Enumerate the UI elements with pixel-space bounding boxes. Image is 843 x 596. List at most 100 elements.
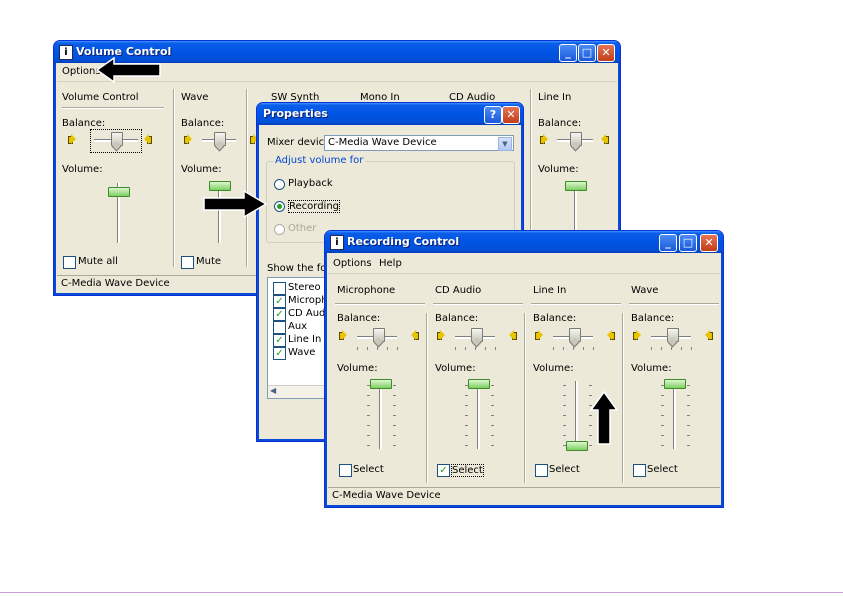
maximize-button[interactable]: □ [679, 234, 697, 252]
balance-tick [661, 347, 662, 350]
volume-tick [563, 405, 566, 406]
volume-slider[interactable] [468, 379, 490, 389]
volume-tick [367, 395, 370, 396]
balance-slider[interactable] [569, 328, 581, 342]
list-checkbox[interactable] [273, 321, 286, 334]
volume-tick [563, 395, 566, 396]
list-checkbox[interactable] [273, 282, 286, 295]
balance-tick [367, 347, 368, 350]
volume-tick [661, 415, 664, 416]
mute-all-checkbox[interactable] [63, 256, 76, 269]
balance-label: Balance: [631, 313, 675, 324]
volume-slider[interactable] [566, 441, 588, 451]
recording-label: Recording [288, 200, 341, 213]
maximize-button[interactable]: □ [578, 44, 596, 62]
balance-tick [573, 347, 574, 350]
volume-tick [367, 415, 370, 416]
help-button[interactable]: ? [484, 106, 502, 124]
menu-options[interactable]: Options [62, 66, 101, 77]
separator [62, 107, 164, 109]
list-checkbox[interactable]: ✓ [273, 295, 286, 308]
volume-tick [491, 445, 494, 446]
column-divider [524, 313, 526, 483]
volume-tick [393, 395, 396, 396]
balance-tick [475, 347, 476, 350]
volume-label: Volume: [533, 363, 574, 374]
volume-slider[interactable] [664, 379, 686, 389]
status-text: C-Media Wave Device [61, 278, 170, 289]
volume-tick [491, 425, 494, 426]
list-item[interactable]: Line In [288, 334, 321, 345]
balance-tick [357, 347, 358, 350]
volume-tick [367, 425, 370, 426]
menu-help[interactable]: Help [379, 258, 402, 269]
list-item[interactable]: Aux [288, 321, 307, 332]
pointer-arrow [589, 390, 619, 445]
balance-slider[interactable] [471, 328, 483, 342]
separator [433, 303, 523, 305]
volume-slider[interactable] [370, 379, 392, 389]
other-radio[interactable] [274, 224, 285, 235]
separator [335, 303, 425, 305]
volume-tick [661, 395, 664, 396]
mixer-device-dropdown[interactable]: C-Media Wave Device ▼ [324, 135, 514, 151]
mixer-icon: i [330, 235, 344, 250]
status-bar: C-Media Wave Device [328, 487, 720, 504]
menu-options[interactable]: Options [333, 258, 372, 269]
volume-tick [563, 385, 566, 386]
volume-label: Volume: [435, 363, 476, 374]
close-button[interactable]: ✕ [597, 44, 615, 62]
speaker-left-icon [339, 330, 347, 340]
speaker-right-icon [601, 134, 609, 144]
volume-tick [589, 385, 592, 386]
select-label: Select [549, 464, 580, 475]
select-checkbox[interactable] [535, 464, 548, 477]
chevron-down-icon[interactable]: ▼ [498, 137, 512, 151]
select-checkbox[interactable]: ✓ [437, 464, 450, 477]
volume-slider[interactable] [565, 181, 587, 191]
list-checkbox[interactable]: ✓ [273, 347, 286, 360]
balance-slider[interactable] [214, 132, 226, 146]
mute-all-label: Mute all [78, 256, 118, 267]
select-checkbox[interactable] [339, 464, 352, 477]
volume-tick [687, 425, 690, 426]
close-button[interactable]: ✕ [502, 106, 520, 124]
balance-tick [671, 347, 672, 350]
select-checkbox[interactable] [633, 464, 646, 477]
volume-tick [465, 445, 468, 446]
balance-tick [387, 347, 388, 350]
volume-track [379, 381, 382, 449]
volume-tick [687, 395, 690, 396]
window-title: Properties [263, 107, 328, 120]
volume-slider[interactable] [108, 187, 130, 197]
title-bar[interactable]: Properties ? ✕ [257, 103, 523, 125]
recording-radio[interactable] [274, 201, 285, 212]
volume-tick [661, 425, 664, 426]
mute-checkbox[interactable] [181, 256, 194, 269]
close-button[interactable]: ✕ [700, 234, 718, 252]
volume-tick [393, 385, 396, 386]
list-checkbox[interactable]: ✓ [273, 308, 286, 321]
balance-slider[interactable] [667, 328, 679, 342]
separator [629, 303, 719, 305]
list-item[interactable]: Wave [288, 347, 315, 358]
scroll-left-icon[interactable]: ◀ [270, 386, 276, 395]
list-checkbox[interactable]: ✓ [273, 334, 286, 347]
balance-slider[interactable] [111, 132, 123, 146]
playback-radio[interactable] [274, 179, 285, 190]
window-title: Recording Control [347, 235, 460, 248]
balance-slider[interactable] [570, 132, 582, 146]
volume-tick [491, 395, 494, 396]
volume-tick [465, 415, 468, 416]
title-bar[interactable]: i Recording Control _ □ ✕ [325, 231, 723, 253]
minimize-button[interactable]: _ [659, 234, 677, 252]
other-label: Other [288, 223, 317, 234]
balance-tick [563, 347, 564, 350]
select-label: Select [647, 464, 678, 475]
volume-tick [491, 405, 494, 406]
balance-slider[interactable] [373, 328, 385, 342]
column-title: Microphone [337, 285, 396, 296]
speaker-left-icon [68, 134, 76, 144]
minimize-button[interactable]: _ [559, 44, 577, 62]
volume-tick [563, 435, 566, 436]
